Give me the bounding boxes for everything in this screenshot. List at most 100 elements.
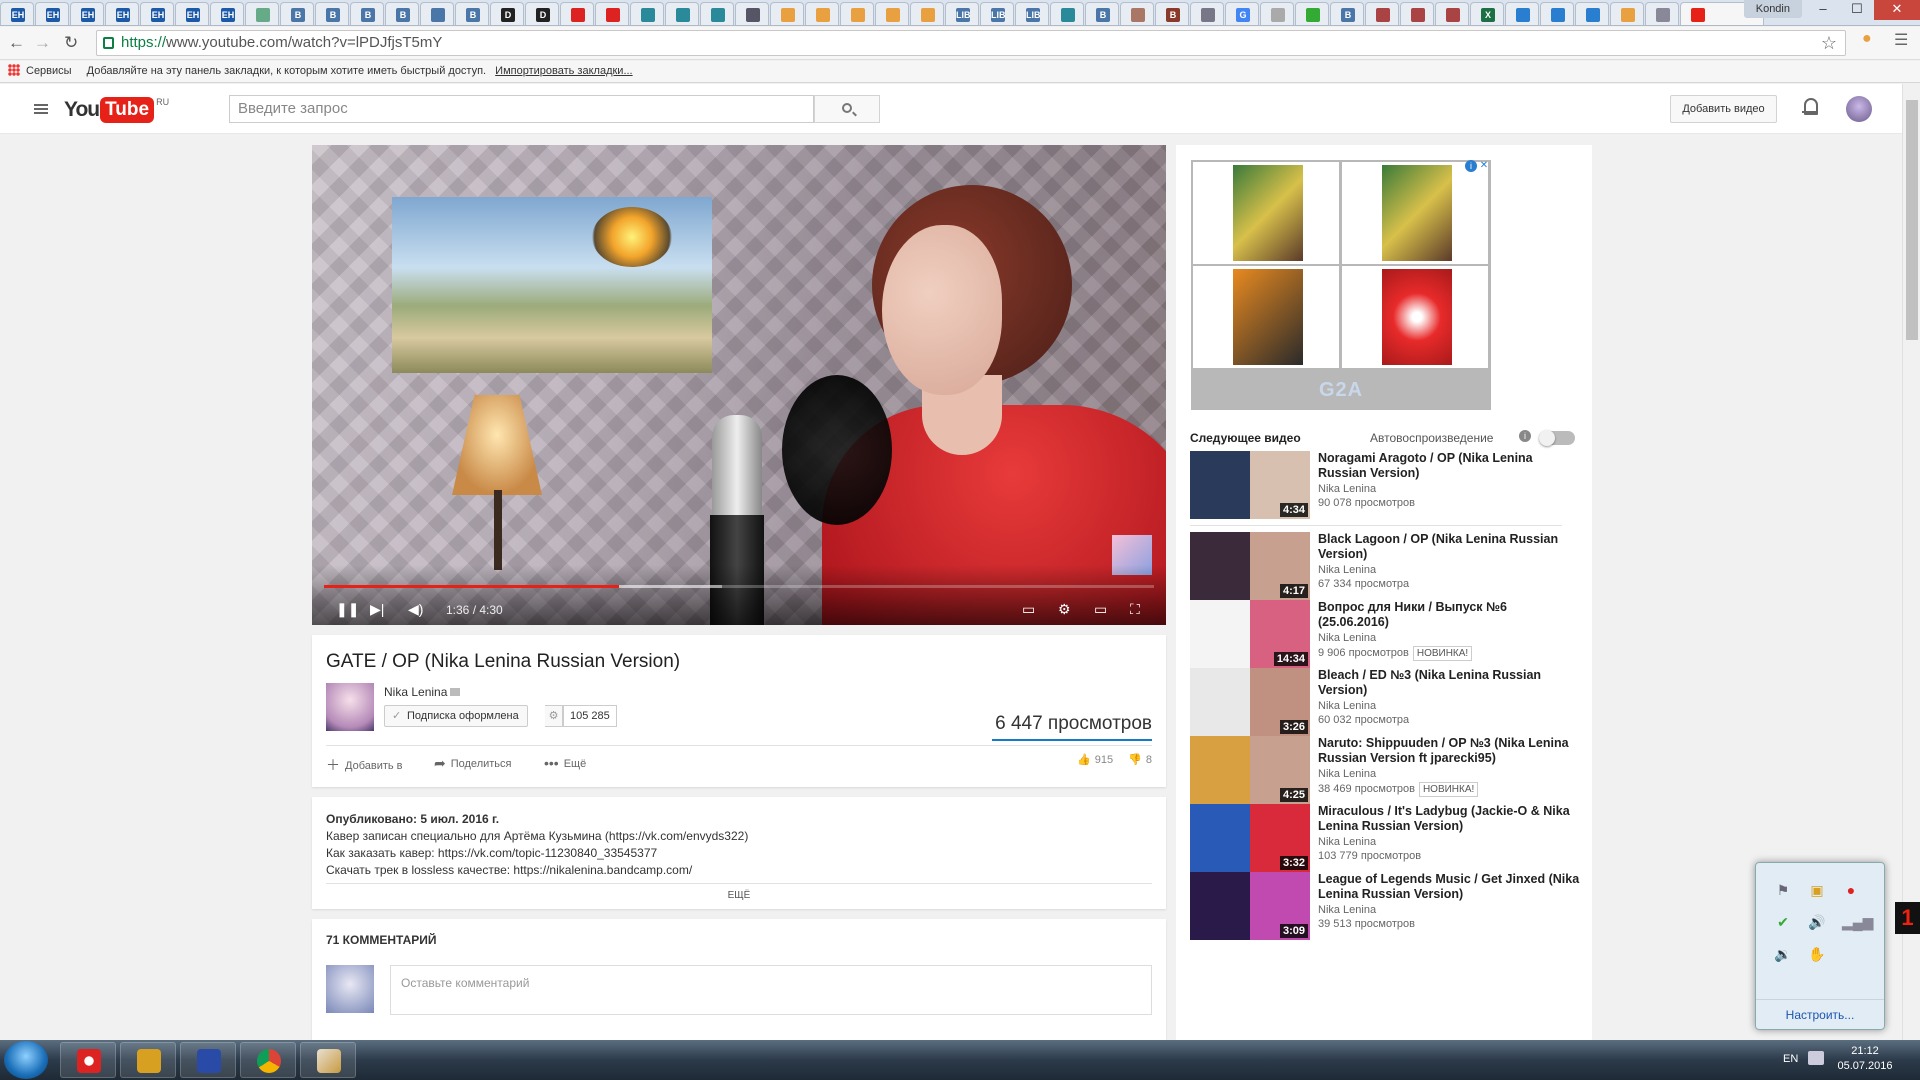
ad-tile[interactable] xyxy=(1193,162,1339,264)
related-video[interactable]: 3:32 Miraculous / It's Ladybug (Jackie-O … xyxy=(1190,804,1580,876)
browser-tab[interactable]: B xyxy=(350,2,384,25)
opera-icon[interactable]: ● xyxy=(1842,881,1860,899)
browser-tab[interactable] xyxy=(665,2,699,25)
browser-tab[interactable] xyxy=(245,2,279,25)
progress-bar[interactable] xyxy=(324,585,1154,588)
related-thumbnail[interactable]: 3:09 xyxy=(1190,872,1310,940)
browser-tab[interactable] xyxy=(1435,2,1469,25)
browser-tab[interactable]: X xyxy=(1470,2,1504,25)
related-video[interactable]: 3:09 League of Legends Music / Get Jinxed… xyxy=(1190,872,1580,944)
advertisement[interactable]: G2A i ✕ xyxy=(1191,160,1491,410)
browser-tab[interactable]: EH xyxy=(175,2,209,25)
browser-tab[interactable] xyxy=(875,2,909,25)
related-video[interactable]: 4:34 Noragami Aragoto / OP (Nika Lenina R… xyxy=(1190,451,1580,523)
browser-tab[interactable]: LIB xyxy=(980,2,1014,25)
minimize-button[interactable]: – xyxy=(1806,0,1840,20)
back-icon[interactable]: ← xyxy=(8,33,25,53)
add-to-button[interactable]: ＋ Добавить в xyxy=(326,755,403,775)
hand-icon[interactable]: ✋ xyxy=(1808,945,1826,963)
share-button[interactable]: ➦ Поделиться xyxy=(434,755,511,772)
show-hidden-icons-icon[interactable] xyxy=(1808,1051,1824,1065)
start-button[interactable] xyxy=(4,1041,48,1079)
related-video[interactable]: 3:26 Bleach / ED №3 (Nika Lenina Russian … xyxy=(1190,668,1580,740)
browser-tab[interactable]: D xyxy=(525,2,559,25)
next-icon[interactable]: ▶| xyxy=(370,601,384,618)
upload-video-button[interactable]: Добавить видео xyxy=(1670,95,1777,123)
reload-icon[interactable]: ↻ xyxy=(64,33,78,53)
related-title[interactable]: Miraculous / It's Ladybug (Jackie-O & Ni… xyxy=(1318,804,1580,834)
dislike-icon[interactable]: 👎 xyxy=(1128,754,1142,766)
more-actions-button[interactable]: ••• Ещё xyxy=(544,755,586,771)
browser-tab[interactable]: LIB xyxy=(1015,2,1049,25)
pause-icon[interactable]: ❚❚ xyxy=(336,601,359,618)
action-center-flag-icon[interactable]: ⚑ xyxy=(1774,881,1792,899)
account-avatar[interactable] xyxy=(1846,96,1872,122)
related-thumbnail[interactable]: 3:32 xyxy=(1190,804,1310,872)
bookmark-star-icon[interactable]: ☆ xyxy=(1821,31,1837,55)
browser-tab[interactable]: EH xyxy=(140,2,174,25)
apps-grid-icon[interactable] xyxy=(8,64,20,76)
browser-tab[interactable] xyxy=(1260,2,1294,25)
related-video[interactable]: 4:17 Black Lagoon / OP (Nika Lenina Russi… xyxy=(1190,532,1580,604)
browser-tab[interactable]: B xyxy=(455,2,489,25)
browser-tab[interactable] xyxy=(1540,2,1574,25)
notification-count-badge[interactable]: 1 xyxy=(1895,902,1920,934)
browser-tab[interactable] xyxy=(1190,2,1224,25)
configure-tray-link[interactable]: Настроить... xyxy=(1756,999,1884,1029)
taskbar-opera[interactable] xyxy=(60,1042,116,1078)
taskbar-daemon-tools[interactable] xyxy=(120,1042,176,1078)
browser-tab[interactable] xyxy=(805,2,839,25)
related-thumbnail[interactable]: 14:34 xyxy=(1190,600,1310,668)
scrollbar-thumb[interactable] xyxy=(1906,100,1918,340)
theater-mode-icon[interactable]: ▭ xyxy=(1094,601,1107,618)
ad-info-icon[interactable]: i xyxy=(1465,160,1477,172)
browser-tab[interactable] xyxy=(770,2,804,25)
guide-menu-icon[interactable] xyxy=(34,104,48,114)
like-icon[interactable]: 👍 xyxy=(1077,754,1091,766)
taskbar-chrome[interactable] xyxy=(240,1042,296,1078)
fullscreen-icon[interactable]: ⛶ xyxy=(1130,601,1140,618)
forward-icon[interactable]: → xyxy=(34,33,51,53)
search-input[interactable]: Введите запрос xyxy=(229,95,814,123)
related-title[interactable]: League of Legends Music / Get Jinxed (Ni… xyxy=(1318,872,1580,902)
browser-tab[interactable] xyxy=(1610,2,1644,25)
security-icon[interactable]: ✔ xyxy=(1774,913,1792,931)
page-scrollbar[interactable] xyxy=(1902,84,1920,1040)
related-title[interactable]: Noragami Aragoto / OP (Nika Lenina Russi… xyxy=(1318,451,1580,481)
browser-tab[interactable]: EH xyxy=(70,2,104,25)
close-window-button[interactable]: ✕ xyxy=(1874,0,1920,20)
related-thumbnail[interactable]: 4:17 xyxy=(1190,532,1310,600)
browser-tab[interactable]: B xyxy=(1085,2,1119,25)
import-bookmarks-link[interactable]: Импортировать закладки... xyxy=(495,65,632,77)
browser-tab[interactable]: B xyxy=(1155,2,1189,25)
autoplay-toggle[interactable] xyxy=(1539,430,1575,446)
related-title[interactable]: Вопрос для Ники / Выпуск №6 (25.06.2016) xyxy=(1318,600,1580,630)
settings-gear-icon[interactable]: ⚙ xyxy=(1058,601,1071,618)
browser-tab[interactable]: B xyxy=(315,2,349,25)
browser-profile-label[interactable]: Kondin xyxy=(1743,0,1802,18)
related-title[interactable]: Black Lagoon / OP (Nika Lenina Russian V… xyxy=(1318,532,1580,562)
browser-tab[interactable] xyxy=(735,2,769,25)
ad-tile[interactable] xyxy=(1342,266,1488,368)
video-player[interactable]: ❚❚ ▶| ◀) 1:36 / 4:30 ▭ ⚙ ▭ ⛶ xyxy=(312,145,1166,625)
browser-tab[interactable]: EH xyxy=(105,2,139,25)
browser-tab[interactable] xyxy=(630,2,664,25)
related-title[interactable]: Bleach / ED №3 (Nika Lenina Russian Vers… xyxy=(1318,668,1580,698)
comment-input[interactable]: Оставьте комментарий xyxy=(390,965,1152,1015)
subtitles-icon[interactable]: ▭ xyxy=(1022,601,1035,618)
volume-icon[interactable]: ◀) xyxy=(408,601,423,618)
bookmarks-apps-link[interactable]: Сервисы xyxy=(26,65,72,77)
channel-avatar[interactable] xyxy=(326,683,374,731)
show-more-button[interactable]: ЕЩЁ xyxy=(312,890,1166,901)
ad-tile[interactable] xyxy=(1193,266,1339,368)
maximize-button[interactable]: ☐ xyxy=(1840,0,1874,20)
browser-tab[interactable]: B xyxy=(385,2,419,25)
browser-tab[interactable]: B xyxy=(1330,2,1364,25)
browser-tab[interactable] xyxy=(910,2,944,25)
address-bar[interactable]: https://www.youtube.com/watch?v=lPDJfjsT… xyxy=(96,30,1846,56)
browser-tab[interactable]: LIB xyxy=(945,2,979,25)
browser-tab[interactable] xyxy=(840,2,874,25)
browser-tab[interactable]: EH xyxy=(35,2,69,25)
search-button[interactable] xyxy=(814,95,880,123)
browser-tab[interactable] xyxy=(1365,2,1399,25)
